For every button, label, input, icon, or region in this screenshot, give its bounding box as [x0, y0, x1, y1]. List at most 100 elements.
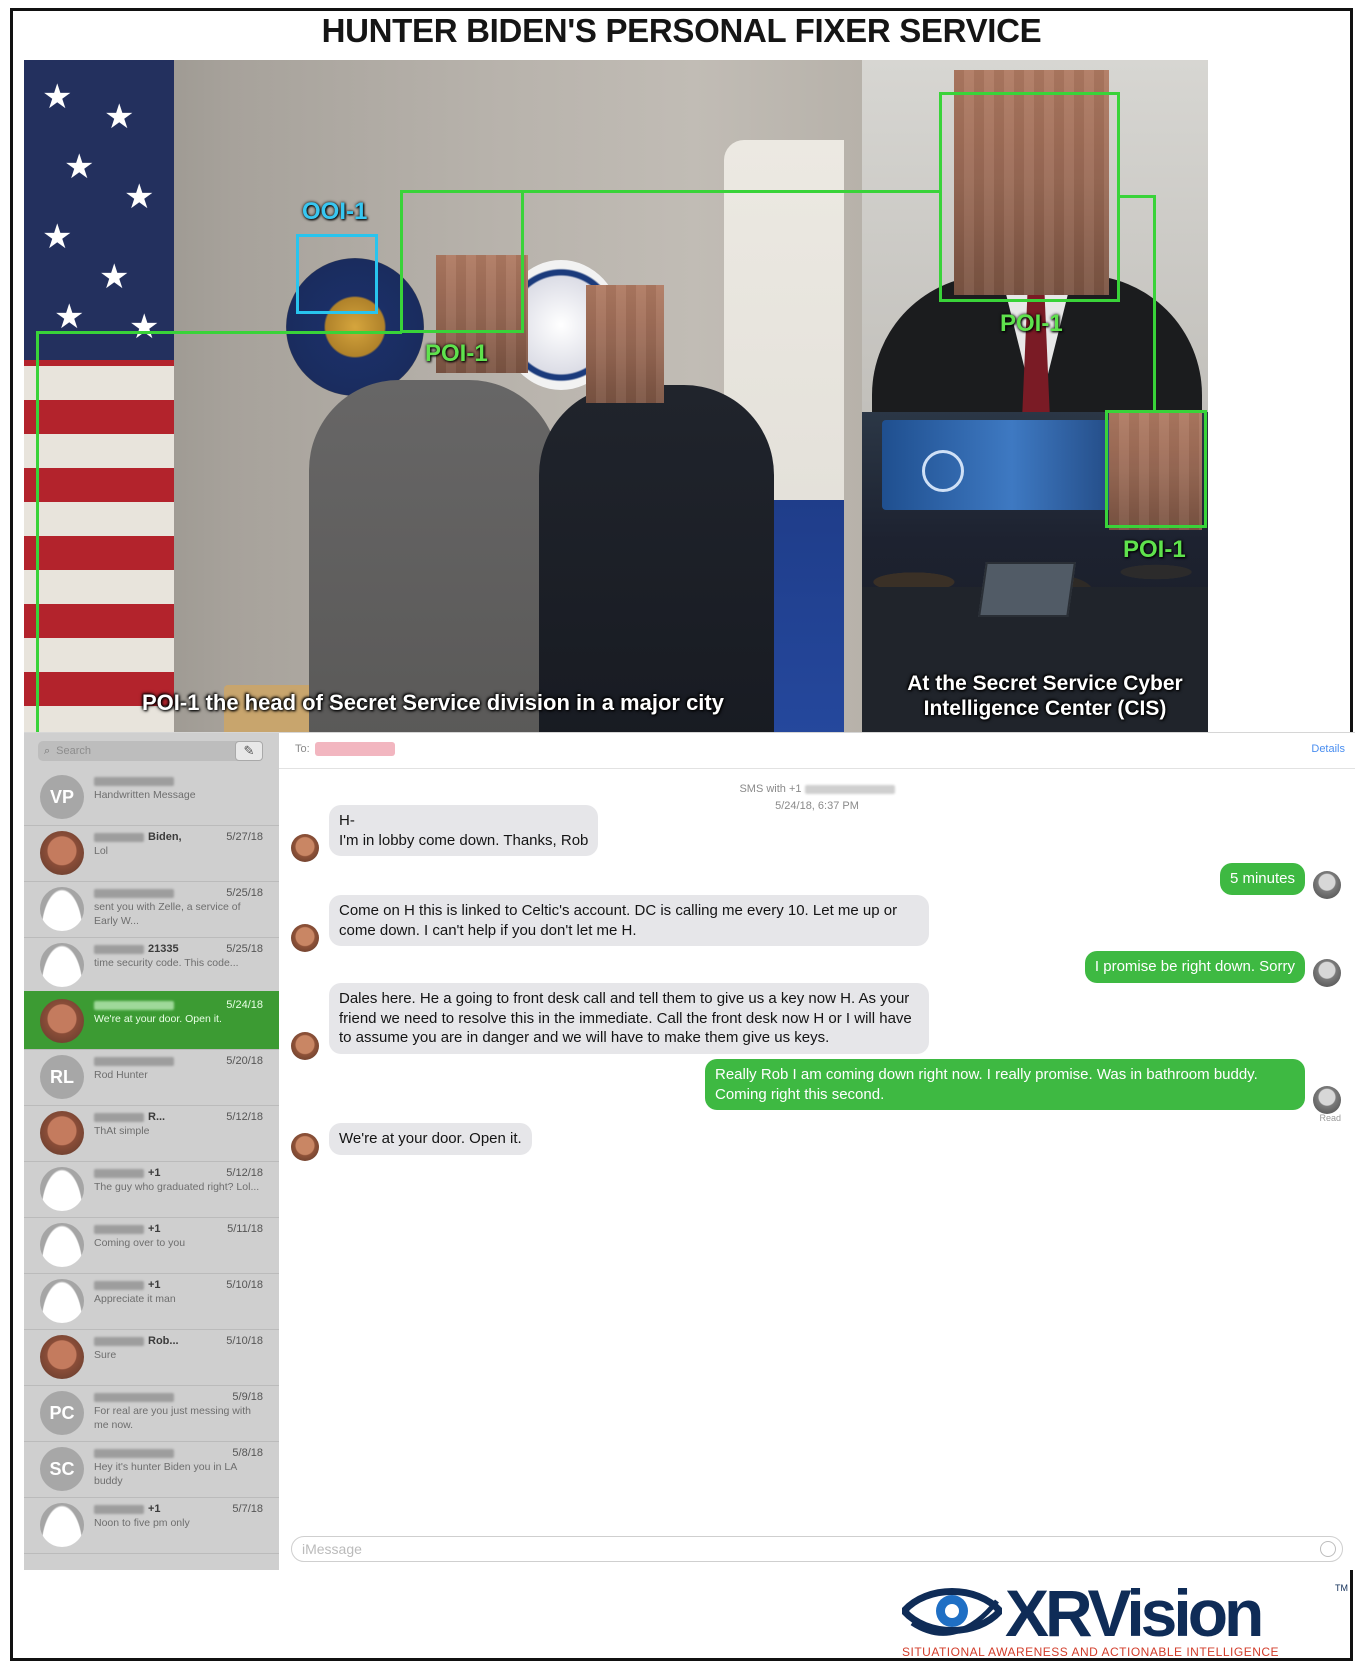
- conversation-name: +1: [94, 1279, 161, 1291]
- ooi-box: [296, 234, 378, 314]
- conversation-item[interactable]: 21335 5/25/18 time security code. This cod…: [24, 935, 279, 994]
- message-bubble[interactable]: Really Rob I am coming down right now. I…: [705, 1059, 1305, 1110]
- page-title: HUNTER BIDEN'S PERSONAL FIXER SERVICE: [321, 12, 1042, 49]
- conversation-name: [94, 1391, 178, 1403]
- avatar: [40, 999, 84, 1043]
- avatar: [40, 1279, 84, 1323]
- conversation-item[interactable]: +1 5/11/18 Coming over to you: [24, 1215, 279, 1274]
- avatar: VP: [40, 775, 84, 819]
- message-bubble[interactable]: 5 minutes: [1219, 863, 1305, 895]
- avatar: [40, 831, 84, 875]
- avatar: RL: [40, 1055, 84, 1099]
- conversation-date: 5/20/18: [226, 1055, 263, 1067]
- conversation-name: [94, 775, 178, 787]
- conversation-name: R...: [94, 1111, 165, 1123]
- avatar: [40, 1503, 84, 1547]
- read-receipt: Read: [1319, 1113, 1341, 1123]
- us-flag: ★ ★ ★ ★ ★ ★ ★ ★: [24, 60, 174, 732]
- ooi-label: OOI-1: [302, 198, 368, 225]
- emoji-icon[interactable]: [1320, 1541, 1336, 1557]
- conversation-preview: sent you with Zelle, a service of Early …: [94, 901, 241, 927]
- conversation-item[interactable]: VP Handwritten Message: [24, 767, 279, 826]
- message-bubble[interactable]: H- I'm in lobby come down. Thanks, Rob: [329, 805, 599, 856]
- conversation-item[interactable]: Biden, 5/27/18 Lol: [24, 823, 279, 882]
- conversation-date: 5/27/18: [226, 831, 263, 843]
- conversation-preview: ThAt simple: [94, 1125, 150, 1137]
- poi-box-portrait: [939, 92, 1120, 302]
- avatar: SC: [40, 1447, 84, 1491]
- outgoing-message: Really Rob I am coming down right now. I…: [705, 1059, 1341, 1114]
- conversation-item[interactable]: PC 5/9/18 For real are you just messing wi…: [24, 1383, 279, 1442]
- search-icon: ⌕: [44, 744, 51, 757]
- message-bubble[interactable]: Come on H this is linked to Celtic's acc…: [329, 895, 929, 946]
- logo-tagline: SITUATIONAL AWARENESS AND ACTIONABLE INT…: [902, 1645, 1280, 1659]
- message-bubble[interactable]: Dales here. He a going to front desk cal…: [329, 983, 929, 1054]
- conversation-preview: Appreciate it man: [94, 1293, 176, 1305]
- conversation-preview: Lol: [94, 845, 109, 857]
- conversation-date: 5/25/18: [226, 943, 263, 955]
- person-poi: [309, 380, 559, 732]
- logo-wordmark: XRVision: [1005, 1576, 1264, 1650]
- message-bubble[interactable]: We're at your door. Open it.: [329, 1123, 532, 1155]
- conversation-name: [94, 1447, 178, 1459]
- conversation-preview: time security code. This code...: [94, 957, 239, 969]
- person-right: [539, 385, 774, 732]
- caption-line-2: Intelligence Center (CIS): [923, 696, 1167, 720]
- conversation-item[interactable]: Rob... 5/10/18 Sure: [24, 1327, 279, 1386]
- conversation-item[interactable]: +1 5/12/18 The guy who graduated right? Lo…: [24, 1159, 279, 1218]
- chat-pane: To: Details SMS with +1 5/24/18, 6:37 PM…: [279, 733, 1355, 1570]
- conversation-name: 21335: [94, 943, 179, 955]
- conversation-name: +1: [94, 1503, 161, 1515]
- avatar: [40, 1335, 84, 1379]
- conversation-date: 5/7/18: [232, 1503, 263, 1515]
- sms-with-label: SMS with +1: [279, 781, 1355, 798]
- conversation-item[interactable]: 5/25/18 sent you with Zelle, a service of…: [24, 879, 279, 938]
- incoming-message: We're at your door. Open it.: [291, 1123, 532, 1161]
- conversation-item[interactable]: +1 5/7/18 Noon to five pm only: [24, 1495, 279, 1554]
- message-bubble[interactable]: I promise be right down. Sorry: [1084, 951, 1305, 983]
- details-link[interactable]: Details: [1311, 743, 1345, 755]
- conversation-item[interactable]: RL 5/20/18 Rod Hunter: [24, 1047, 279, 1106]
- poi-box-main: [400, 190, 524, 333]
- laptop: [978, 562, 1076, 617]
- conversation-date: 5/12/18: [226, 1167, 263, 1179]
- conversation-name: [94, 887, 178, 899]
- avatar: [40, 1111, 84, 1155]
- conversation-item[interactable]: +1 5/10/18 Appreciate it man: [24, 1271, 279, 1330]
- caption-cyber-center: At the Secret Service Cyber Intelligence…: [880, 672, 1210, 722]
- avatar: [40, 887, 84, 931]
- conversation-date: 5/25/18: [226, 887, 263, 899]
- conversation-name: Biden,: [94, 831, 182, 843]
- my-avatar: [1313, 870, 1341, 899]
- avatar: [40, 943, 84, 987]
- conversation-date: 5/11/18: [227, 1223, 263, 1235]
- compose-icon[interactable]: ✎: [235, 741, 263, 761]
- avatar: [40, 1167, 84, 1211]
- conversation-item[interactable]: 5/24/18 We're at your door. Open it.: [24, 991, 279, 1050]
- search-input[interactable]: ⌕ Search: [38, 741, 250, 761]
- outgoing-message: I promise be right down. Sorry: [1084, 951, 1341, 987]
- conversation-item[interactable]: R... 5/12/18 ThAt simple: [24, 1103, 279, 1162]
- conversation-preview: Sure: [94, 1349, 117, 1361]
- avatar: [40, 1223, 84, 1267]
- conversation-preview: The guy who graduated right? Lol...: [94, 1181, 260, 1193]
- recipient-chip[interactable]: [315, 742, 395, 756]
- conversation-preview: Handwritten Message: [94, 789, 196, 801]
- conversation-preview: For real are you just messing with me no…: [94, 1405, 251, 1431]
- conversation-name: +1: [94, 1223, 161, 1235]
- outgoing-message: 5 minutes: [1219, 863, 1341, 899]
- my-avatar: [1313, 1086, 1341, 1114]
- conversation-preview: Hey it's hunter Biden you in LA buddy: [94, 1461, 237, 1487]
- sender-avatar: [291, 1132, 319, 1161]
- conversation-date: 5/12/18: [226, 1111, 263, 1123]
- incoming-message: H- I'm in lobby come down. Thanks, Rob: [291, 805, 599, 862]
- poi-label-main: POI-1: [425, 340, 488, 367]
- conversation-date: 5/10/18: [226, 1335, 263, 1347]
- conversation-preview: Rod Hunter: [94, 1069, 148, 1081]
- poi-label-portrait: POI-1: [1000, 310, 1063, 337]
- imessage-input[interactable]: iMessage: [291, 1536, 1343, 1562]
- conversation-item[interactable]: SC 5/8/18 Hey it's hunter Biden you in LA …: [24, 1439, 279, 1498]
- xrvision-logo: XRVision TM SITUATIONAL AWARENESS AND AC…: [900, 1575, 1350, 1660]
- eye-logo-icon: [902, 1588, 1002, 1636]
- conversation-date: 5/10/18: [226, 1279, 263, 1291]
